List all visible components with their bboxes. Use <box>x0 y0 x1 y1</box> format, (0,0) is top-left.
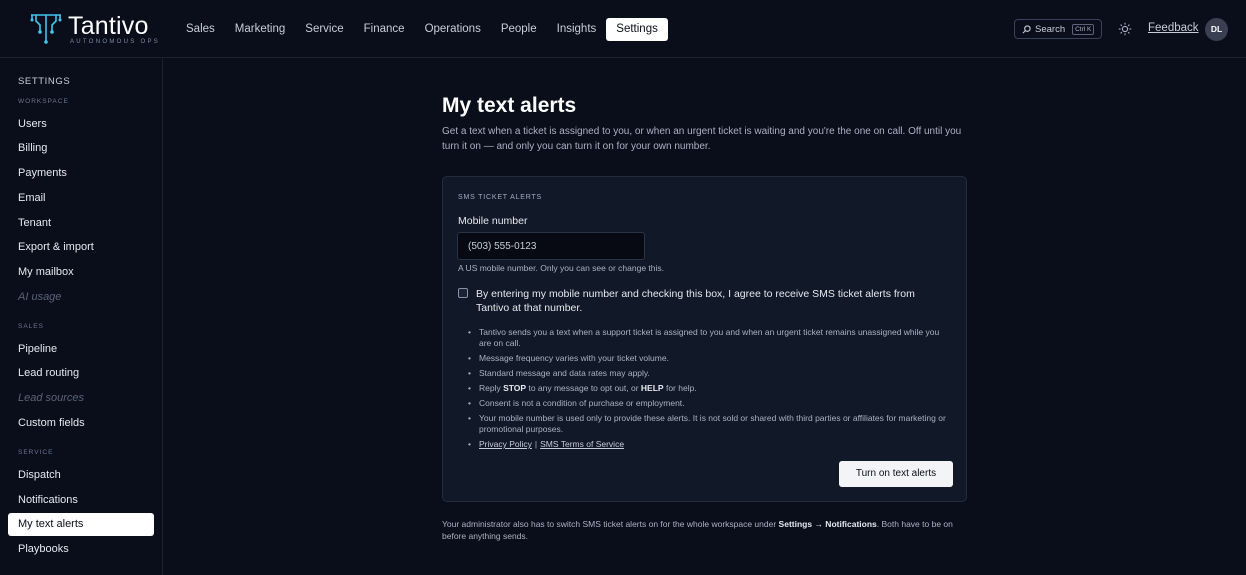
sidebar-item-my-mailbox[interactable]: My mailbox <box>8 261 154 284</box>
admin-note: Your administrator also has to switch SM… <box>442 518 972 542</box>
text-fragment: to any message to opt out, or <box>526 383 641 393</box>
disclosure-list: Tantivo sends you a text when a support … <box>468 327 953 454</box>
sidebar-item-dispatch[interactable]: Dispatch <box>8 464 154 487</box>
sms-alerts-card: SMS TICKET ALERTS Mobile number A US mob… <box>442 176 967 502</box>
sidebar-group-sales: SALES <box>18 323 44 330</box>
brand-tagline: AUTONOMOUS OPS <box>70 39 161 45</box>
brand-logo[interactable]: Tantivo AUTONOMOUS OPS <box>28 10 158 48</box>
mobile-number-hint: A US mobile number. Only you can see or … <box>458 263 665 273</box>
main-nav: Sales Marketing Service Finance Operatio… <box>176 18 668 41</box>
list-item: Privacy Policy|SMS Terms of Service <box>468 439 953 450</box>
top-bar: Tantivo AUTONOMOUS OPS Sales Marketing S… <box>0 0 1246 58</box>
sidebar-item-users[interactable]: Users <box>8 113 154 136</box>
card-section-label: SMS TICKET ALERTS <box>458 194 543 201</box>
list-item: Message frequency varies with your ticke… <box>468 353 953 364</box>
theme-toggle-sun-icon[interactable] <box>1118 22 1132 36</box>
sidebar-group-service: SERVICE <box>18 449 54 456</box>
search-shortcut: Ctrl K <box>1072 23 1095 35</box>
user-avatar[interactable]: DL <box>1205 18 1228 41</box>
list-item: Consent is not a condition of purchase o… <box>468 398 953 409</box>
list-item: Reply STOP to any message to opt out, or… <box>468 383 953 394</box>
sidebar-item-tenant[interactable]: Tenant <box>8 212 154 235</box>
sidebar-item-pipeline[interactable]: Pipeline <box>8 338 154 361</box>
link-separator: | <box>534 439 538 449</box>
sidebar-item-lead-routing[interactable]: Lead routing <box>8 362 154 385</box>
sidebar-group-workspace: WORKSPACE <box>18 98 69 105</box>
search-icon <box>1022 24 1031 33</box>
sidebar-item-playbooks[interactable]: Playbooks <box>8 538 154 561</box>
settings-sidebar: SETTINGS WORKSPACE Users Billing Payment… <box>0 59 163 575</box>
tantivo-logo-icon <box>30 14 62 44</box>
sidebar-item-custom-fields[interactable]: Custom fields <box>8 412 154 435</box>
page-title: My text alerts <box>442 94 577 117</box>
sidebar-item-export-import[interactable]: Export & import <box>8 236 154 259</box>
text-fragment: Reply <box>479 383 504 393</box>
turn-on-text-alerts-button[interactable]: Turn on text alerts <box>839 461 953 487</box>
stop-keyword: STOP <box>503 383 527 393</box>
sidebar-title: SETTINGS <box>18 76 71 87</box>
search-button[interactable]: Search Ctrl K <box>1014 19 1102 39</box>
sidebar-item-lead-sources: Lead sources <box>18 392 85 404</box>
nav-service[interactable]: Service <box>295 18 353 41</box>
nav-finance[interactable]: Finance <box>354 18 415 41</box>
mobile-number-input[interactable] <box>457 232 645 260</box>
text-fragment: for help. <box>663 383 697 393</box>
nav-insights[interactable]: Insights <box>547 18 607 41</box>
sidebar-item-notifications[interactable]: Notifications <box>8 489 154 512</box>
settings-path: Settings → Notifications <box>778 519 877 529</box>
help-keyword: HELP <box>640 383 664 393</box>
feedback-link[interactable]: Feedback <box>1148 22 1199 34</box>
list-item: Your mobile number is used only to provi… <box>468 413 953 435</box>
sidebar-item-email[interactable]: Email <box>8 187 154 210</box>
mobile-number-label: Mobile number <box>458 215 528 227</box>
list-item: Tantivo sends you a text when a support … <box>468 327 953 349</box>
sidebar-item-billing[interactable]: Billing <box>8 137 154 160</box>
consent-checkbox[interactable] <box>458 288 468 298</box>
nav-people[interactable]: People <box>491 18 547 41</box>
text-fragment: Your administrator also has to switch SM… <box>442 519 779 529</box>
page-description: Get a text when a ticket is assigned to … <box>442 126 962 152</box>
brand-name: Tantivo <box>68 12 149 40</box>
sidebar-item-my-text-alerts[interactable]: My text alerts <box>8 513 154 536</box>
sidebar-item-ai-usage: AI usage <box>18 291 62 303</box>
privacy-policy-link[interactable]: Privacy Policy <box>479 439 532 449</box>
list-item: Standard message and data rates may appl… <box>468 368 953 379</box>
nav-operations[interactable]: Operations <box>415 18 491 41</box>
sms-terms-link[interactable]: SMS Terms of Service <box>540 439 624 449</box>
nav-marketing[interactable]: Marketing <box>225 18 296 41</box>
nav-sales[interactable]: Sales <box>176 18 225 41</box>
sidebar-item-payments[interactable]: Payments <box>8 162 154 185</box>
nav-settings[interactable]: Settings <box>606 18 668 41</box>
search-label: Search <box>1035 23 1066 35</box>
consent-label[interactable]: By entering my mobile number and checkin… <box>476 287 946 315</box>
